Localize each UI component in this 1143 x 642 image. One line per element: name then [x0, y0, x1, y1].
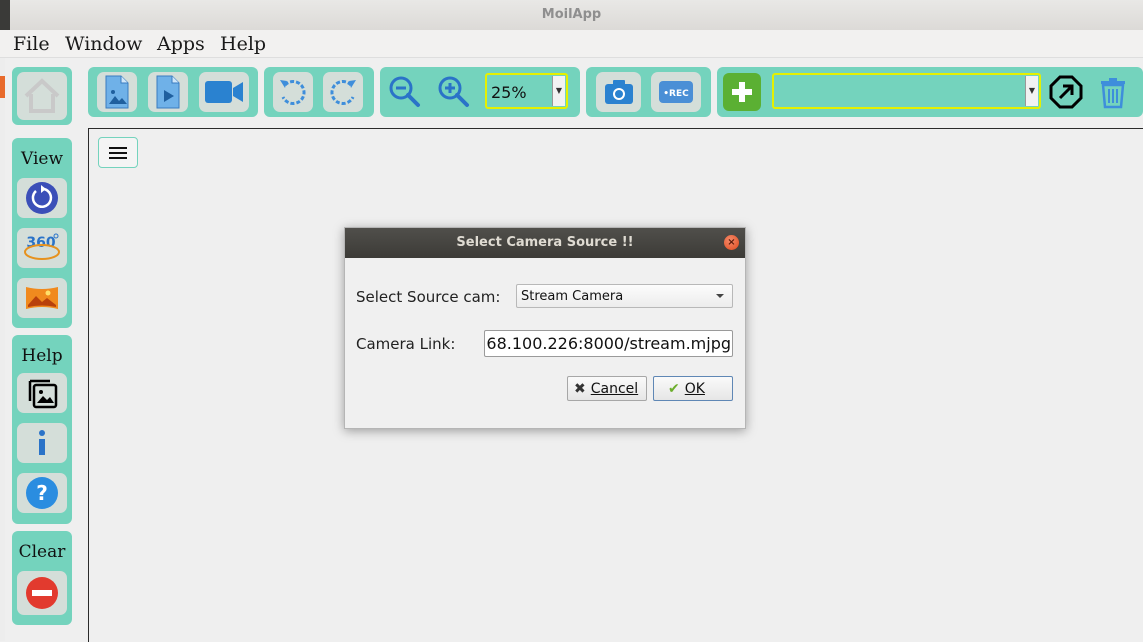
- cancel-button-label: Cancel: [590, 380, 639, 397]
- chevron-down-icon: [716, 294, 724, 298]
- refresh-icon: [26, 182, 58, 214]
- remove-icon: [26, 577, 58, 609]
- ok-button[interactable]: ✔ OK: [653, 376, 733, 401]
- chevron-down-icon: ▼: [552, 76, 565, 106]
- panorama-icon: [26, 287, 58, 309]
- menu-help[interactable]: Help: [220, 33, 266, 55]
- trash-icon: [1101, 78, 1125, 109]
- camera-icon: [604, 80, 633, 104]
- panorama-view-button[interactable]: [17, 278, 67, 318]
- home-button[interactable]: [17, 72, 67, 120]
- info-icon: [39, 430, 45, 455]
- snapshot-button[interactable]: [596, 72, 641, 112]
- source-cam-label: Select Source cam:: [356, 288, 501, 306]
- open-image-button[interactable]: [97, 72, 137, 112]
- close-icon: ✖: [574, 380, 586, 397]
- home-icon: [24, 78, 60, 113]
- question-icon: ?: [26, 477, 58, 509]
- zoom-in-button[interactable]: [434, 72, 474, 112]
- external-arrow-icon: [1049, 75, 1083, 109]
- gallery-button[interactable]: [17, 373, 67, 413]
- source-select[interactable]: ▼: [772, 73, 1041, 109]
- view-360-icon: 360: [24, 233, 60, 260]
- camera-link-value: 68.100.226:8000/stream.mjpg: [486, 334, 731, 353]
- select-camera-dialog: Select Camera Source !! × Select Source …: [344, 227, 746, 429]
- svg-text:360: 360: [26, 235, 55, 251]
- clear-button[interactable]: [17, 571, 67, 615]
- sidebar-view-label: View: [20, 149, 64, 169]
- source-cam-select[interactable]: Stream Camera: [516, 284, 733, 308]
- open-external-button[interactable]: [1049, 75, 1083, 109]
- reset-view-button[interactable]: [17, 178, 67, 218]
- zoom-level-select[interactable]: 25% ▼: [485, 73, 568, 109]
- delete-button[interactable]: [1098, 77, 1128, 109]
- background-window-strip: [0, 58, 5, 641]
- hamburger-icon: [109, 146, 127, 159]
- images-icon: [28, 379, 58, 409]
- menu-bar: File Window Apps Help: [0, 30, 1143, 58]
- rotate-right-button[interactable]: [323, 72, 363, 112]
- sidebar-help-group: Help ?: [12, 335, 72, 524]
- menu-file[interactable]: File: [13, 33, 50, 55]
- image-file-icon: [105, 75, 129, 109]
- chevron-down-icon: ▼: [1025, 76, 1038, 106]
- background-accent: [0, 76, 5, 98]
- rotate-left-button[interactable]: [273, 72, 313, 112]
- open-video-button[interactable]: [148, 72, 188, 112]
- close-icon[interactable]: ×: [724, 235, 739, 250]
- cancel-button[interactable]: ✖ Cancel: [567, 376, 647, 401]
- zoom-level-value: 25%: [491, 83, 527, 102]
- source-cam-value: Stream Camera: [521, 289, 624, 304]
- menu-window[interactable]: Window: [65, 33, 142, 55]
- video-camera-icon: [205, 81, 243, 103]
- zoom-in-icon: [438, 76, 469, 107]
- add-source-button[interactable]: [723, 73, 761, 111]
- camera-link-label: Camera Link:: [356, 335, 456, 353]
- rotate-left-icon: [280, 80, 306, 105]
- help-button[interactable]: ?: [17, 473, 67, 513]
- window-titlebar: MoilApp: [0, 0, 1143, 31]
- hamburger-menu-button[interactable]: [98, 137, 138, 168]
- rotate-right-icon: [330, 80, 356, 105]
- plus-icon: [732, 82, 752, 102]
- menu-apps[interactable]: Apps: [157, 33, 205, 55]
- camera-link-input[interactable]: 68.100.226:8000/stream.mjpg: [484, 330, 733, 357]
- record-icon: •REC: [659, 81, 693, 103]
- sidebar-help-label: Help: [21, 346, 63, 366]
- sidebar-clear-label: Clear: [18, 542, 66, 562]
- panorama-360-button[interactable]: 360: [17, 228, 67, 268]
- window-title: MoilApp: [541, 7, 602, 22]
- ok-button-label: OK: [684, 380, 705, 397]
- sidebar-clear-group: Clear: [12, 531, 72, 625]
- zoom-out-button[interactable]: [385, 72, 425, 112]
- dialog-title: Select Camera Source !!: [345, 228, 745, 258]
- sidebar-home-group: [12, 67, 72, 125]
- check-icon: ✔: [668, 380, 680, 397]
- open-camera-button[interactable]: [199, 72, 249, 112]
- zoom-out-icon: [389, 76, 420, 107]
- record-button[interactable]: •REC: [651, 72, 701, 112]
- svg-text:•REC: •REC: [663, 89, 689, 99]
- sidebar-view-group: View 360: [12, 138, 72, 328]
- svg-text:?: ?: [36, 481, 48, 505]
- video-file-icon: [156, 75, 180, 109]
- about-button[interactable]: [17, 423, 67, 463]
